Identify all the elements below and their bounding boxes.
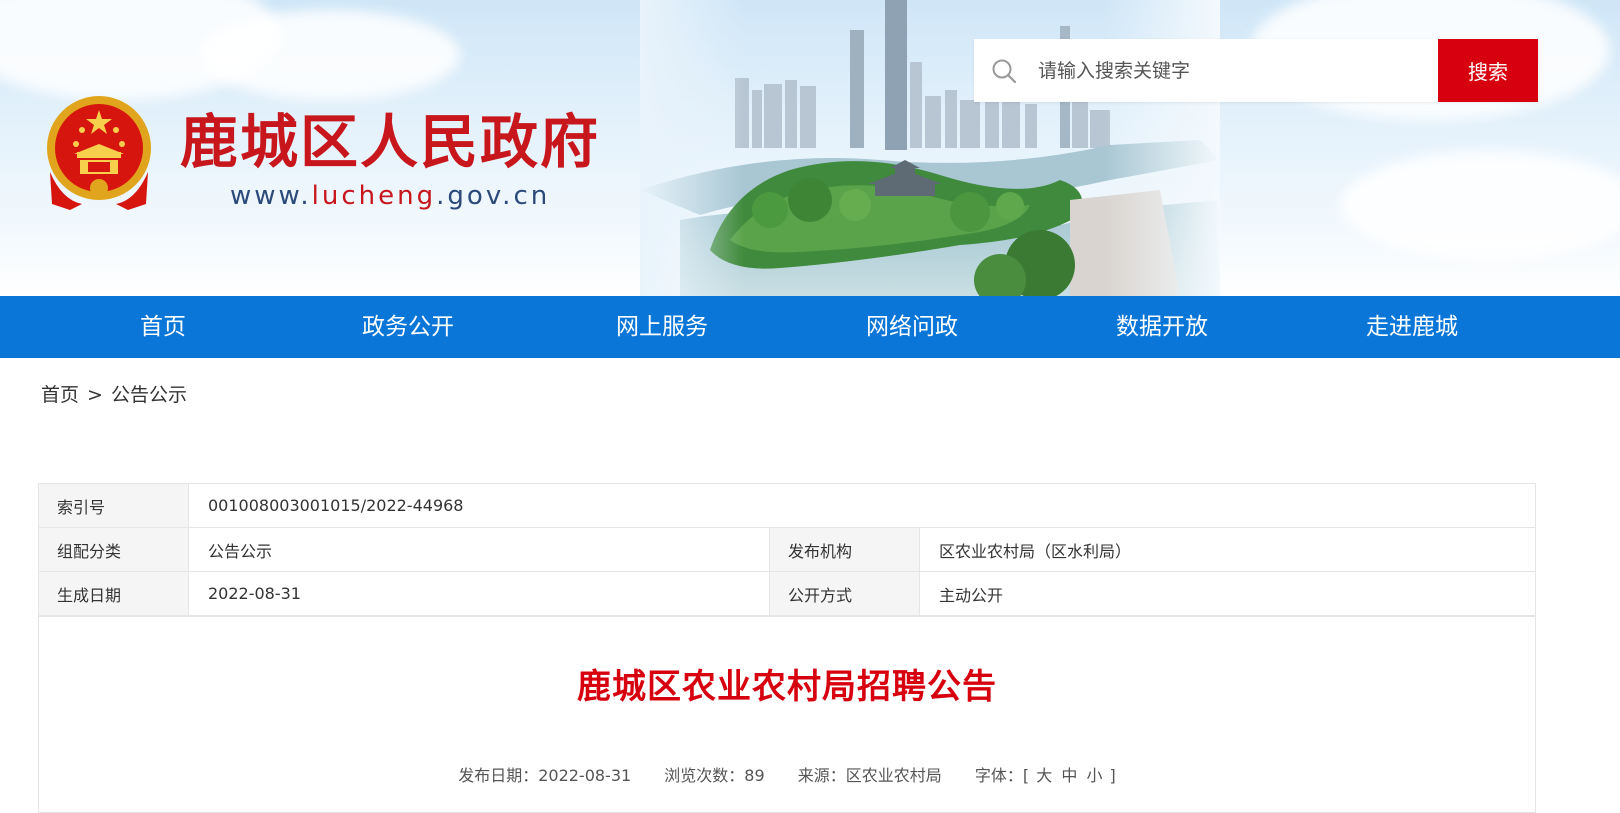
- article-title: 鹿城区农业农村局招聘公告: [577, 667, 997, 707]
- nav-item-gov-affairs[interactable]: 政务公开: [318, 296, 498, 358]
- nav-item-online-service[interactable]: 网上服务: [572, 296, 752, 358]
- nav-item-home[interactable]: 首页: [73, 296, 253, 358]
- table-row: 组配分类 公告公示 发布机构 区农业农村局（区水利局）: [39, 527, 1535, 572]
- breadcrumb: 首页 > 公告公示: [41, 380, 187, 410]
- nav-item-online-inquiry[interactable]: 网络问政: [822, 296, 1002, 358]
- cloud-decoration: [1340, 150, 1620, 260]
- search-input[interactable]: [1034, 39, 1438, 102]
- font-size-control: 字体：[ 大 中 小 ]: [975, 766, 1116, 785]
- font-size-small-button[interactable]: 小: [1086, 766, 1102, 785]
- font-size-close-bracket: ]: [1109, 766, 1116, 785]
- created-date-label: 生成日期: [39, 571, 189, 617]
- table-row: 索引号 001008003001015/2022-44968: [39, 484, 1535, 528]
- publish-date: 发布日期：2022-08-31: [458, 766, 632, 785]
- font-size-medium-button[interactable]: 中: [1061, 766, 1077, 785]
- publisher-value: 区农业农村局（区水利局）: [919, 527, 1535, 572]
- cloud-decoration: [200, 10, 460, 100]
- publisher-label: 发布机构: [769, 527, 920, 572]
- article-card: 索引号 001008003001015/2022-44968 组配分类 公告公示…: [38, 483, 1536, 813]
- index-number-label: 索引号: [39, 484, 189, 528]
- article-meta: 发布日期：2022-08-31 浏览次数：89 来源：区农业农村局 字体：[ 大…: [39, 764, 1535, 788]
- category-value: 公告公示: [188, 527, 770, 572]
- site-url: www.lucheng.gov.cn: [230, 178, 550, 214]
- disclosure-method-label: 公开方式: [769, 571, 920, 617]
- site-url-prefix: www.: [230, 181, 312, 211]
- font-size-large-button[interactable]: 大: [1036, 766, 1052, 785]
- metadata-table: 索引号 001008003001015/2022-44968 组配分类 公告公示…: [39, 484, 1535, 617]
- font-size-label: 字体：[: [974, 766, 1030, 785]
- disclosure-method-value: 主动公开: [919, 571, 1535, 617]
- nav-item-open-data[interactable]: 数据开放: [1072, 296, 1252, 358]
- index-number-value: 001008003001015/2022-44968: [188, 484, 1535, 528]
- breadcrumb-home-link[interactable]: 首页: [41, 384, 79, 406]
- main-nav: 首页 政务公开 网上服务 网络问政 数据开放 走进鹿城: [0, 296, 1620, 358]
- table-row: 生成日期 2022-08-31 公开方式 主动公开: [39, 571, 1535, 617]
- article-source: 来源：区农业农村局: [797, 766, 942, 785]
- header-banner: 鹿城区人民政府 www.lucheng.gov.cn 搜索: [0, 0, 1620, 296]
- category-label: 组配分类: [39, 527, 189, 572]
- breadcrumb-separator: >: [87, 384, 103, 406]
- site-url-accent: lucheng: [311, 181, 437, 211]
- site-url-suffix: .gov.cn: [436, 181, 551, 211]
- national-emblem-icon: [47, 96, 151, 210]
- created-date-value: 2022-08-31: [188, 571, 770, 617]
- view-count: 浏览次数：89: [664, 766, 765, 785]
- search-button[interactable]: 搜索: [1438, 39, 1538, 102]
- site-name: 鹿城区人民政府: [180, 108, 601, 176]
- search-bar: 搜索: [974, 39, 1538, 102]
- nav-item-about-lucheng[interactable]: 走进鹿城: [1322, 296, 1502, 358]
- search-icon: [974, 39, 1034, 102]
- breadcrumb-current-link[interactable]: 公告公示: [111, 384, 187, 406]
